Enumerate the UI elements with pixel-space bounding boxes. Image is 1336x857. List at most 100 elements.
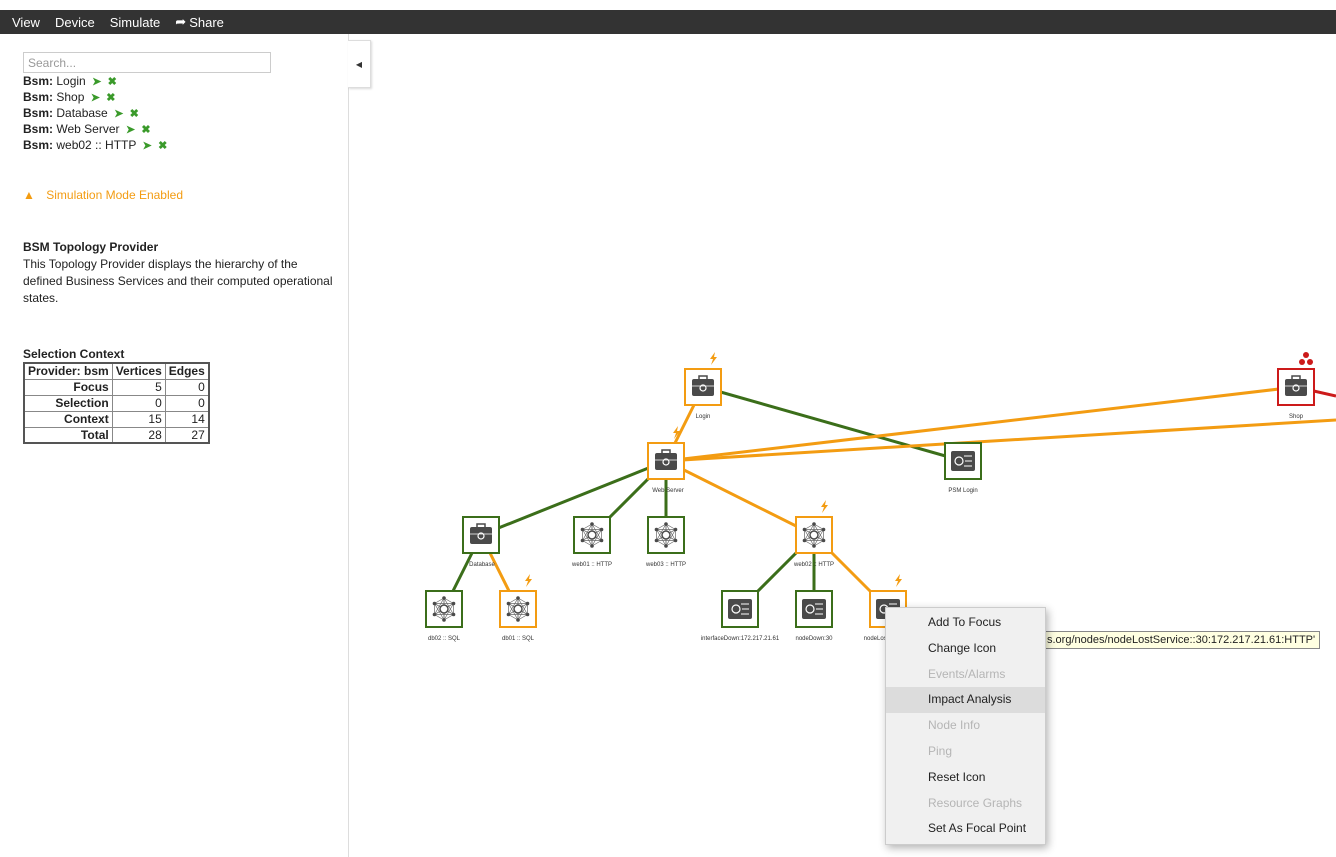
vertex-shop[interactable]: Shop <box>1277 352 1315 420</box>
vertex-label: db02 :: SQL <box>428 636 461 642</box>
focus-item-name: Database <box>56 106 108 120</box>
focus-item-type: Bsm: <box>23 138 54 152</box>
set-focal-point-icon[interactable]: ➤ <box>126 124 135 136</box>
set-focal-point-icon[interactable]: ➤ <box>91 92 100 104</box>
vertex-label: web02 :: HTTP <box>793 562 834 568</box>
focus-item-login: Bsm: Login ➤ ✖ <box>23 73 167 89</box>
focus-item-type: Bsm: <box>23 90 54 104</box>
row-label: Total <box>23 426 113 444</box>
focus-item-name: Shop <box>56 90 85 104</box>
provider-description: This Topology Provider displays the hier… <box>23 257 333 305</box>
critical-icon <box>1299 352 1313 365</box>
selection-context-title: Selection Context <box>23 347 125 361</box>
vertices-cell: 0 <box>111 394 166 412</box>
remove-focus-icon[interactable]: ✖ <box>106 92 115 104</box>
edges-cell: 0 <box>164 378 210 396</box>
lightning-icon <box>525 574 532 587</box>
focus-item-name: web02 :: HTTP <box>56 138 137 152</box>
provider-title: BSM Topology Provider <box>23 240 159 254</box>
focus-item-name: Web Server <box>56 122 120 136</box>
vertex-db02[interactable]: db02 :: SQL <box>425 590 463 642</box>
simulation-notice: ▲ Simulation Mode Enabled <box>23 188 183 202</box>
menu-item-resource-graphs: Resource Graphs <box>928 795 1023 810</box>
menu-item-add-to-focus[interactable]: Add To Focus <box>886 610 1045 636</box>
set-focal-point-icon[interactable]: ➤ <box>92 76 101 88</box>
edges-cell: 27 <box>164 426 210 444</box>
menu-item-set-as-focal-point[interactable]: Set As Focal Point <box>886 816 1045 842</box>
focus-list: Bsm: Login ➤ ✖ Bsm: Shop ➤ ✖ Bsm: Databa… <box>23 73 167 153</box>
business-service-icon <box>1285 375 1307 396</box>
focus-item-type: Bsm: <box>23 106 54 120</box>
set-focal-point-icon[interactable]: ➤ <box>143 140 152 152</box>
vertex-label: Database <box>469 562 495 568</box>
row-label: Focus <box>23 378 113 396</box>
focus-item-type: Bsm: <box>23 74 54 88</box>
vertex-web01[interactable]: web01 :: HTTP <box>571 516 612 568</box>
warning-icon: ▲ <box>23 188 35 202</box>
row-label: Context <box>23 410 113 428</box>
vertex-label: Login <box>696 414 711 420</box>
edge-webserver-offscreen[interactable] <box>665 418 1336 463</box>
vertex-label: web03 :: HTTP <box>645 562 686 568</box>
selection-context-table: Provider: bsm Vertices Edges Focus 5 0 S… <box>23 362 210 444</box>
edge-webserver-web02[interactable] <box>665 459 815 537</box>
lightning-icon <box>821 500 828 513</box>
remove-focus-icon[interactable]: ✖ <box>141 124 150 136</box>
table-row: Focus 5 0 <box>23 378 210 396</box>
menu-simulate[interactable]: Simulate <box>110 15 161 30</box>
reduction-key-icon <box>728 599 752 619</box>
menu-view[interactable]: View <box>12 15 40 30</box>
vertices: Login Shop Web Server PSM Login Database web0… <box>425 352 1315 642</box>
menu-item-node-info: Node Info <box>928 718 981 733</box>
search-input[interactable] <box>23 52 271 73</box>
remove-focus-icon[interactable]: ✖ <box>130 108 139 120</box>
menu-share[interactable]: ➦ Share <box>175 14 224 30</box>
menu-device[interactable]: Device <box>55 15 95 30</box>
focus-item-shop: Bsm: Shop ➤ ✖ <box>23 89 167 105</box>
focus-item-name: Login <box>56 74 86 88</box>
vertices-cell: 28 <box>111 426 166 444</box>
focus-item-type: Bsm: <box>23 122 54 136</box>
edges-cell: 0 <box>164 394 210 412</box>
focus-item-web-server: Bsm: Web Server ➤ ✖ <box>23 121 167 137</box>
remove-focus-icon[interactable]: ✖ <box>158 140 167 152</box>
reduction-key-icon <box>951 451 975 471</box>
row-label: Selection <box>23 394 113 412</box>
vertex-label: nodeDown:30 <box>795 636 833 642</box>
focus-item-web02-http: Bsm: web02 :: HTTP ➤ ✖ <box>23 137 167 153</box>
edges-cell: 14 <box>164 410 210 428</box>
remove-focus-icon[interactable]: ✖ <box>108 76 117 88</box>
menu-share-label: Share <box>189 14 224 30</box>
menu-item-change-icon[interactable]: Change Icon <box>886 636 1045 662</box>
collapse-sidebar-button[interactable]: ◀ <box>348 40 371 88</box>
context-menu: Add To Focus Change Icon Events/Alarms I… <box>885 607 1046 846</box>
vertex-label: Shop <box>1289 414 1304 420</box>
table-row: Context 15 14 <box>23 410 210 428</box>
vertices-cell: 5 <box>111 378 166 396</box>
tooltip: s.org/nodes/nodeLostService::30:172.217.… <box>1042 631 1321 649</box>
vertex-label: Web Server <box>652 488 684 494</box>
lightning-icon <box>895 574 902 587</box>
vertex-nodedown[interactable]: nodeDown:30 <box>795 590 833 642</box>
menu-item-events-alarms: Events/Alarms <box>928 666 1006 681</box>
table-header: Provider: bsm <box>23 362 113 380</box>
menu-item-reset-icon[interactable]: Reset Icon <box>886 765 1045 791</box>
lightning-icon <box>710 352 717 365</box>
menu-item-impact-analysis[interactable]: Impact Analysis <box>886 687 1045 714</box>
vertex-label: PSM Login <box>948 488 977 494</box>
table-header: Vertices <box>111 362 166 380</box>
vertex-ifdown[interactable]: interfaceDown:172.217.21.61 <box>701 590 780 642</box>
table-row: Total 28 27 <box>23 426 210 444</box>
edges <box>442 385 1336 611</box>
business-service-icon <box>655 449 677 470</box>
vertex-web03[interactable]: web03 :: HTTP <box>645 516 686 568</box>
table-header: Edges <box>164 362 210 380</box>
reduction-key-icon <box>802 599 826 619</box>
vertex-label: db01 :: SQL <box>502 636 535 642</box>
vertex-psmlogin[interactable]: PSM Login <box>944 442 982 494</box>
vertex-label: interfaceDown:172.217.21.61 <box>701 636 780 642</box>
share-icon: ➦ <box>175 14 187 29</box>
business-service-icon <box>470 523 492 544</box>
table-header-row: Provider: bsm Vertices Edges <box>23 362 210 380</box>
set-focal-point-icon[interactable]: ➤ <box>114 108 123 120</box>
